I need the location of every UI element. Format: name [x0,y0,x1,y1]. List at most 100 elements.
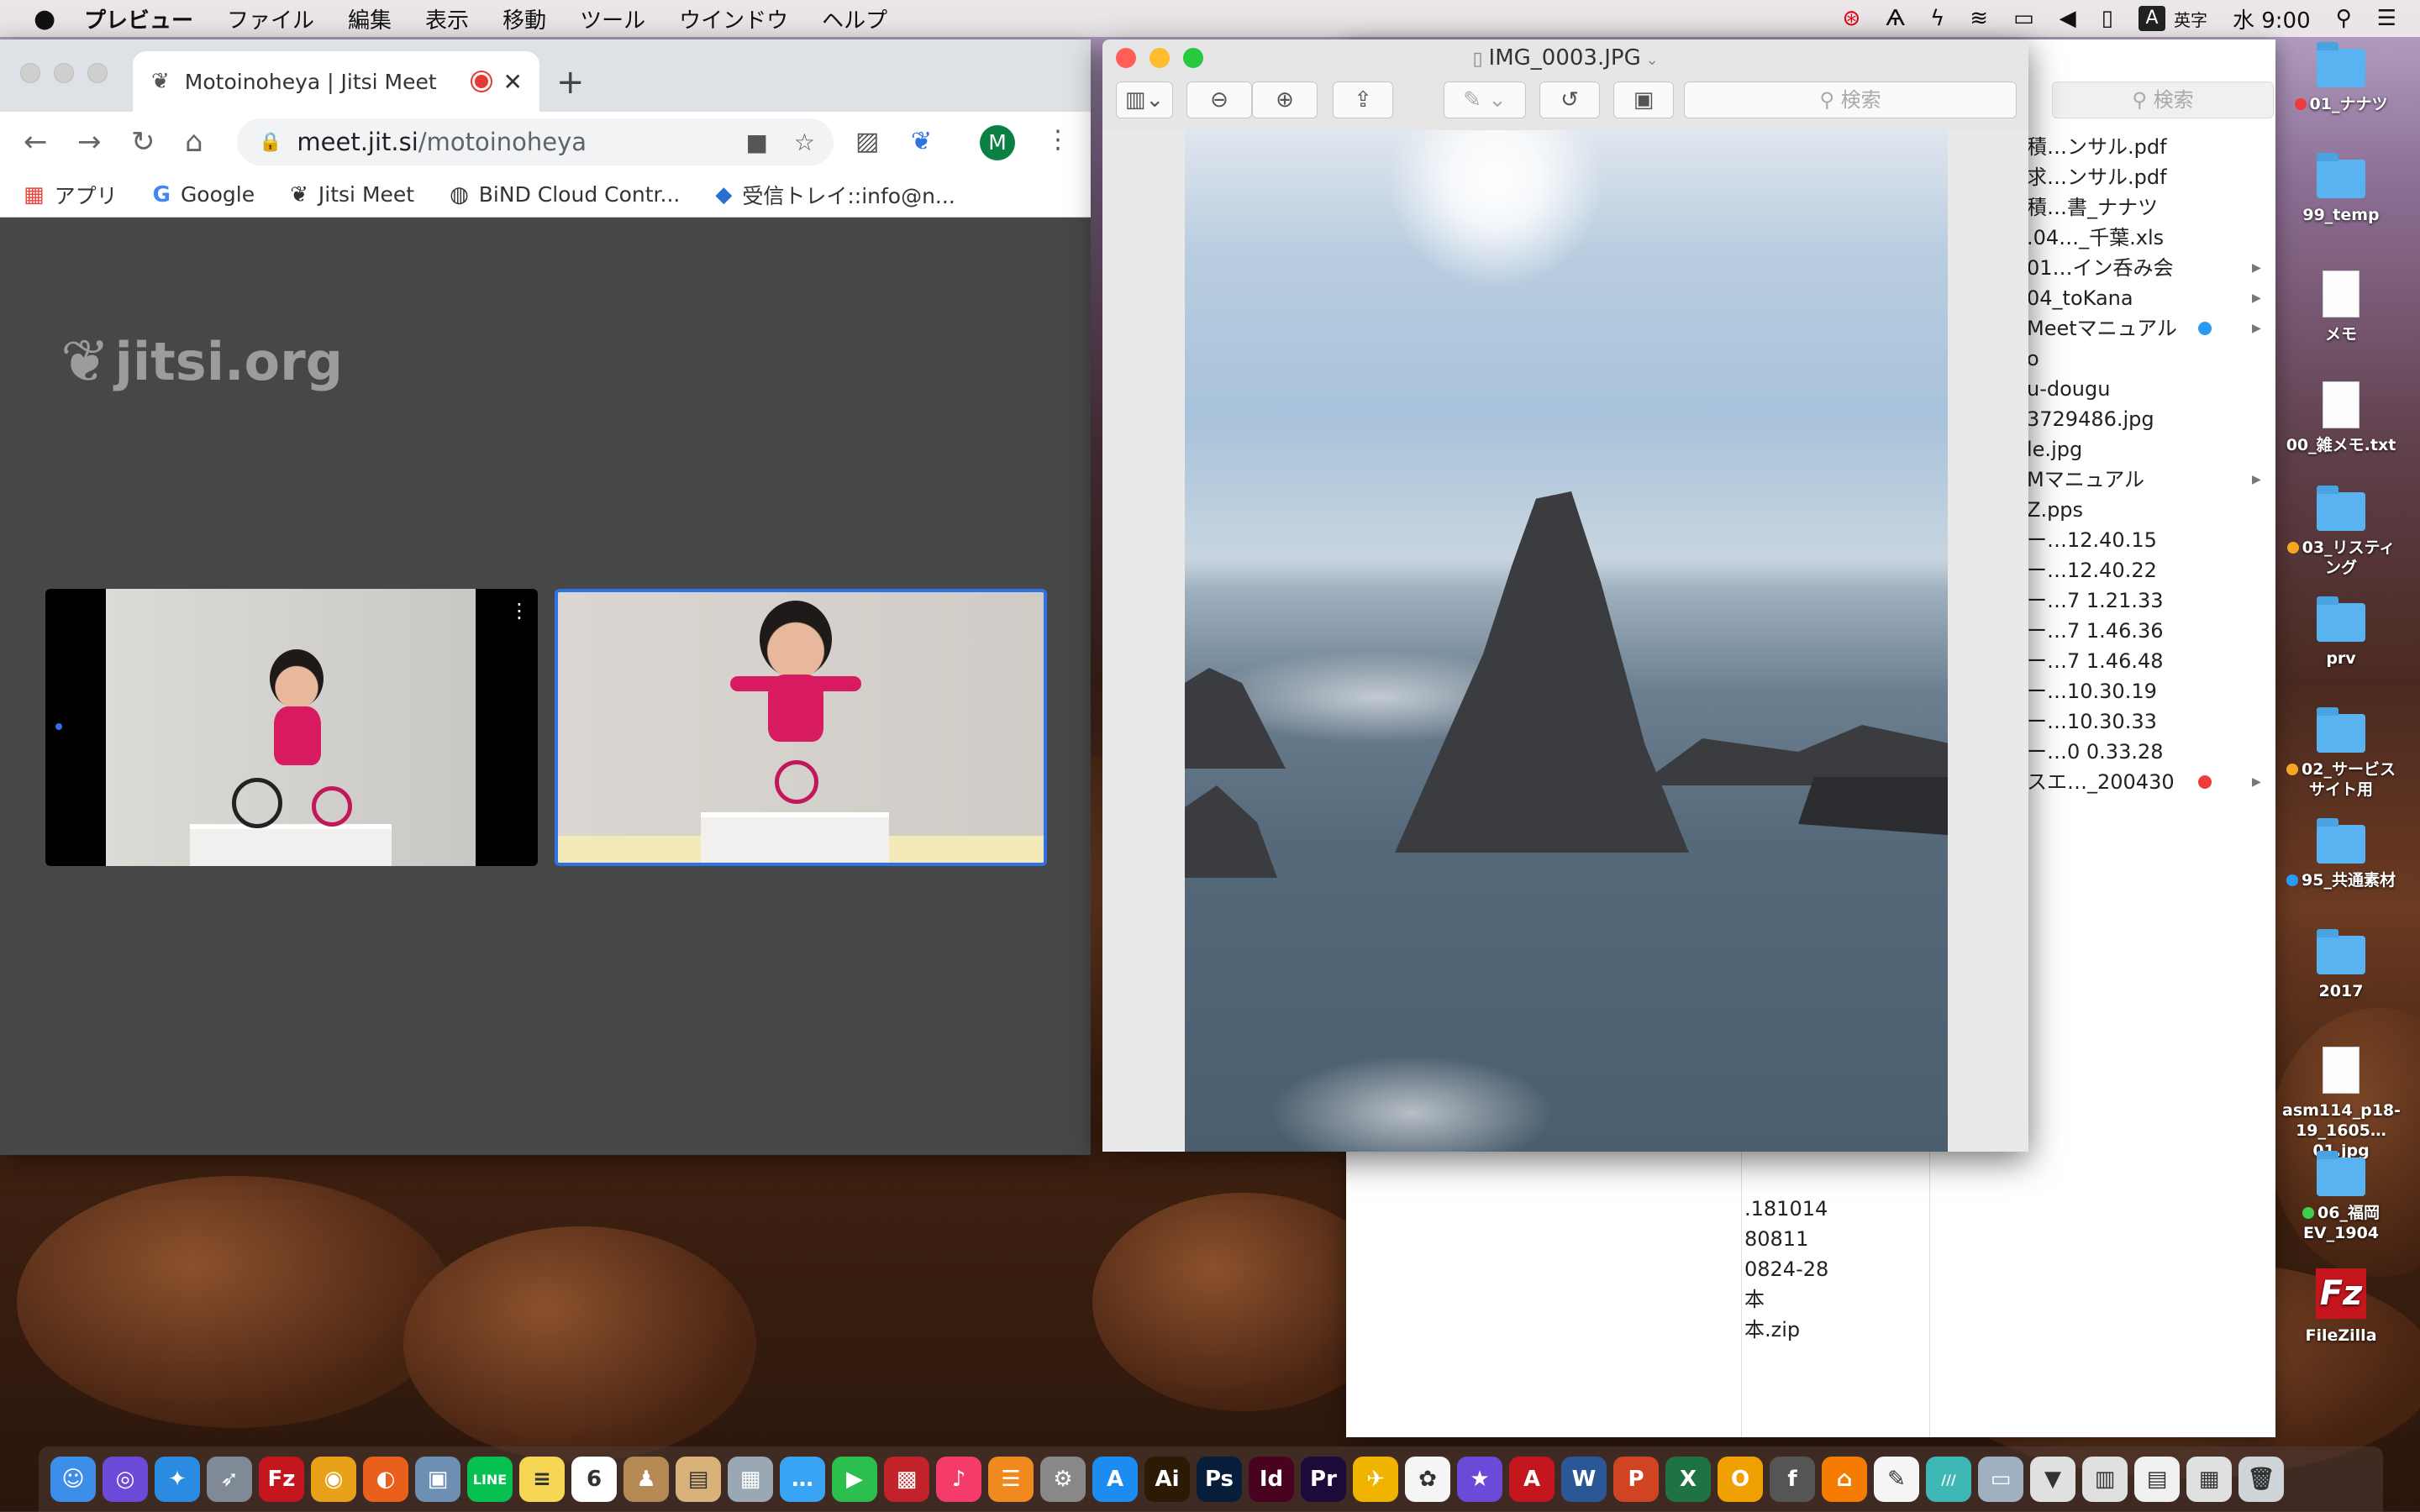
desktop-item[interactable]: 06_福岡EV_1904 [2282,1151,2400,1243]
tab-jitsi[interactable]: ❦ Motoinoheya | Jitsi Meet ✕ [133,51,539,112]
extension-feather-icon[interactable]: ❦ [911,127,932,156]
desktop-item[interactable]: 99_temp [2282,153,2400,225]
dock-indesign-icon[interactable]: Id [1249,1457,1294,1502]
input-source-label[interactable]: 英字 [2174,7,2207,31]
sidebar-toggle-button[interactable]: ▥⌄ [1116,81,1173,118]
dock-facetime-icon[interactable]: ▶ [832,1457,877,1502]
dock-sublime-icon[interactable]: /// [1926,1457,1971,1502]
finder-list-item[interactable]: 01…イン呑み会 ▶ [2027,253,2270,283]
close-window-button[interactable] [20,63,40,83]
dock-home-icon[interactable]: ⌂ [1822,1457,1867,1502]
finder-list-item[interactable]: .181014 [1744,1194,1870,1224]
apple-menu-icon[interactable]: ● [34,4,66,34]
finder-list-item[interactable]: ー…0 0.33.28 [2027,737,2270,767]
dock-contacts-icon[interactable]: ♟ [623,1457,669,1502]
creative-cloud-icon[interactable]: ⊛ [1842,6,1860,31]
dock-notes-icon[interactable]: ≡ [519,1457,565,1502]
dock-calendar-icon[interactable]: 6 [571,1457,617,1502]
dock-photobooth-icon[interactable]: ▩ [884,1457,929,1502]
profile-avatar[interactable]: M [980,125,1015,160]
menu-app-name[interactable]: プレビュー [84,3,193,34]
dock-launchpad-icon[interactable]: ➶ [207,1457,252,1502]
notification-center-icon[interactable]: ☰ [2377,6,2396,31]
dock-music-icon[interactable]: ♪ [936,1457,981,1502]
desktop-item[interactable]: 02_サービスサイト用 [2282,707,2400,800]
menu-tools[interactable]: ツール [580,3,645,34]
finder-search[interactable]: ⚲ 検索 [2052,81,2274,118]
desktop-item[interactable]: 03_リスティング [2282,486,2400,578]
zoom-window-button[interactable] [87,63,108,83]
disclosure-arrow-icon[interactable]: ▶ [2252,767,2261,797]
dock-migration-icon[interactable]: ▭ [1978,1457,2023,1502]
dock-premiere-icon[interactable]: Pr [1301,1457,1346,1502]
menu-edit[interactable]: 編集 [348,3,392,34]
rotate-button[interactable]: ↺ [1539,81,1600,118]
finder-list-item[interactable]: 本.zip [1744,1315,1870,1345]
bookmark-jitsi[interactable]: ❦ Jitsi Meet [290,182,414,207]
dock-photos-icon[interactable]: ✿ [1405,1457,1450,1502]
dock-finder-icon[interactable]: ☺ [50,1457,96,1502]
reload-icon[interactable]: ↻ [131,125,161,159]
dock-textedit-icon[interactable]: ✎ [1874,1457,1919,1502]
minimize-window-button[interactable] [54,63,74,83]
seascape-photo[interactable] [1185,130,1948,1152]
dock-photoshop-icon[interactable]: Ps [1197,1457,1242,1502]
dock-archive-icon[interactable]: ▤ [676,1457,721,1502]
dock-system-preferences-icon[interactable]: ⚙ [1040,1457,1086,1502]
dock-powerpoint-icon[interactable]: P [1613,1457,1659,1502]
dock-trash-icon[interactable]: 🗑 [2238,1457,2284,1502]
dock-stack-icon[interactable]: ▦ [2186,1457,2232,1502]
extension-image-icon[interactable]: ▨ [855,127,879,156]
finder-list-item[interactable]: le.jpg [2027,434,2270,465]
dock-excel-icon[interactable]: X [1665,1457,1711,1502]
dock-safari-icon[interactable]: ✦ [155,1457,200,1502]
tab-close-icon[interactable]: ✕ [503,68,523,96]
finder-list-item[interactable]: 04_toKana ▶ [2027,283,2270,313]
desktop-item[interactable]: 00_雑メモ.txt [2282,381,2400,455]
volume-icon[interactable]: ◀ [2060,6,2076,31]
dock-books-icon[interactable]: ☰ [988,1457,1034,1502]
bolt-icon[interactable]: ϟ [1930,6,1944,31]
lock-icon[interactable]: 🔒 [259,132,281,153]
bookmark-google[interactable]: G Google [153,182,255,207]
jitsi-watermark[interactable]: ❦ jitsi.org [60,327,343,396]
finder-list-item[interactable]: 積…ンサル.pdf [2027,132,2270,162]
dock-documents-icon[interactable]: ▤ [2134,1457,2180,1502]
desktop-item[interactable]: 95_共通素材 [2282,818,2400,890]
desktop-item[interactable]: Fz FileZilla [2282,1268,2400,1346]
finder-list-item[interactable]: 0824-28 [1744,1254,1870,1284]
finder-list-item[interactable]: スエ…_200430 ▶ [2027,767,2270,797]
menu-file[interactable]: ファイル [227,3,314,34]
markup-pen-button[interactable]: ✎ ⌄ [1444,81,1526,118]
menu-help[interactable]: ヘルプ [822,3,887,34]
preview-search-input[interactable]: ⚲ 検索 [1684,81,2017,118]
menu-clock[interactable]: 水 9:00 [2233,3,2311,34]
dock-chrome-icon[interactable]: ◉ [311,1457,356,1502]
finder-list-item[interactable]: 積…書_ナナツ [2027,192,2270,223]
title-chevron-icon[interactable]: ⌄ [1641,51,1658,69]
disclosure-arrow-icon[interactable]: ▶ [2252,253,2261,283]
input-source-icon[interactable]: A [2138,6,2165,31]
dock-firefox-icon[interactable]: ◐ [363,1457,408,1502]
home-icon[interactable]: ⌂ [185,125,215,159]
zoom-in-button[interactable]: ⊕ [1252,81,1318,118]
bookmark-inbox[interactable]: ◆ 受信トレイ::info@n... [715,180,955,210]
dock-preview2-icon[interactable]: ▦ [728,1457,773,1502]
dock-illustrator-icon[interactable]: Ai [1144,1457,1190,1502]
finder-list-item[interactable]: Meetマニュアル ▶ [2027,313,2270,344]
finder-list-item[interactable]: Mマニュアル ▶ [2027,465,2270,495]
finder-list-item[interactable]: 求…ンサル.pdf [2027,162,2270,192]
finder-list-item[interactable]: .04…_千葉.xls [2027,223,2270,253]
dock-line-icon[interactable]: LINE [467,1457,513,1502]
finder-list-item[interactable]: o [2027,344,2270,374]
address-bar[interactable]: 🔒 meet.jit.si/motoinoheya ■ ☆ [237,118,834,165]
desktop-item[interactable]: メモ [2282,270,2400,344]
dock-filezilla-icon[interactable]: Fz [259,1457,304,1502]
finder-list-item[interactable]: ー…10.30.33 [2027,706,2270,737]
close-window-button[interactable] [1116,48,1136,68]
dock-imovie-icon[interactable]: ★ [1457,1457,1502,1502]
zoom-window-button[interactable] [1183,48,1203,68]
finder-list-item[interactable]: 本 [1744,1284,1870,1315]
video-options-icon[interactable]: ⋮ [509,599,529,622]
bookmark-star-icon[interactable]: ☆ [794,129,815,156]
